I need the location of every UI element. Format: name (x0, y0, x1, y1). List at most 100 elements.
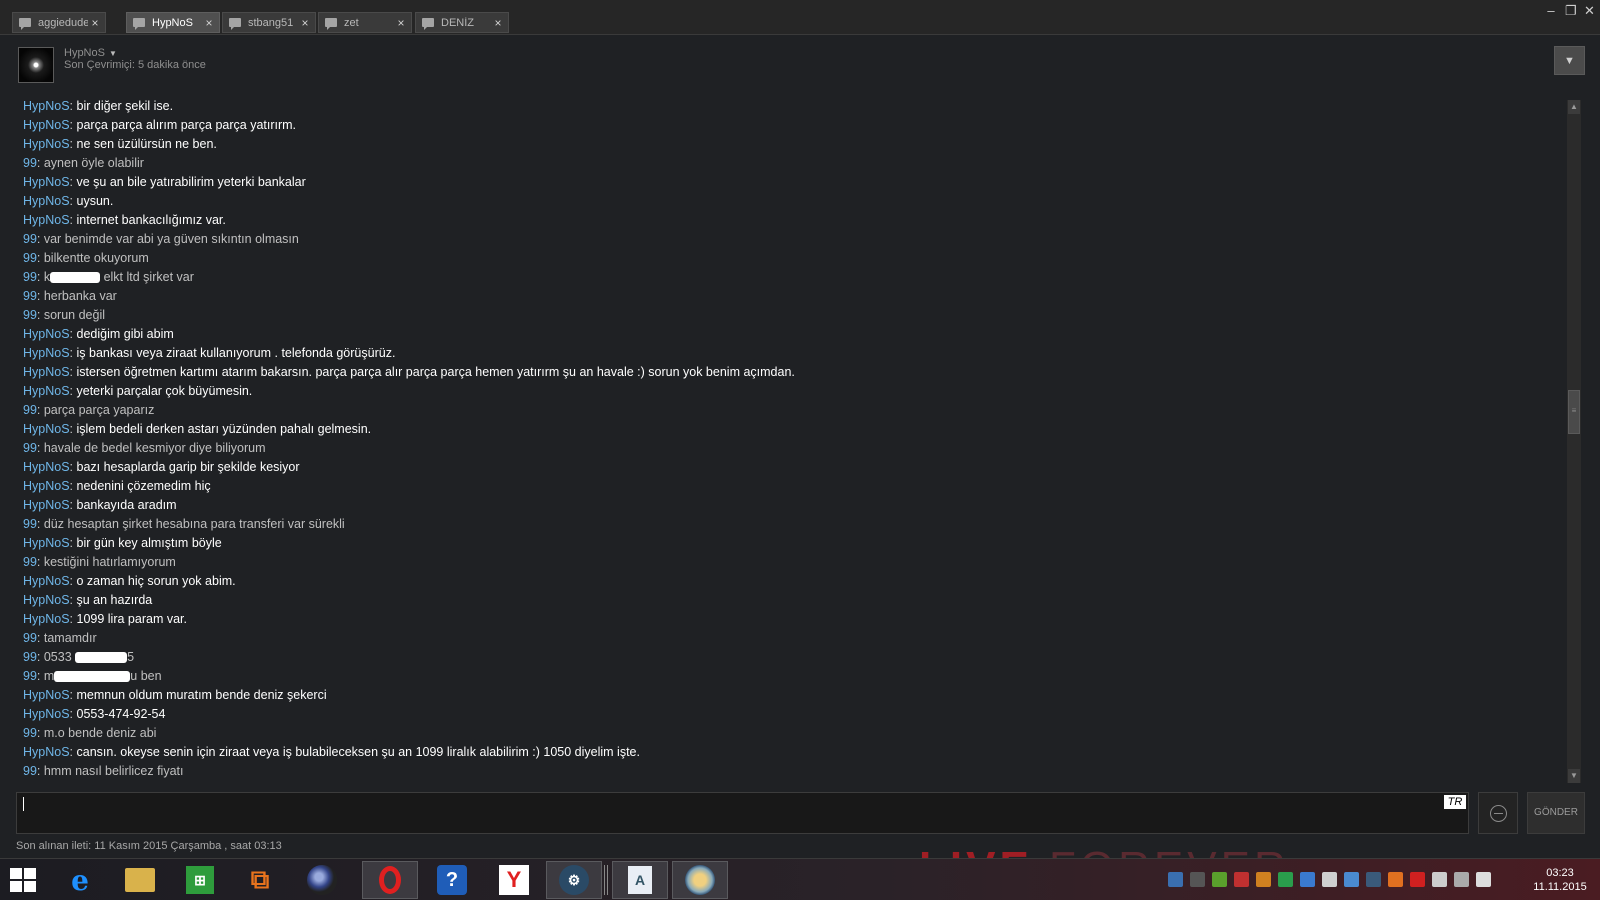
chrome-icon[interactable] (1278, 872, 1293, 887)
tab-deni̇z[interactable]: DENİZ × (415, 12, 509, 33)
maximize-button[interactable]: ❐ (1565, 3, 1577, 19)
flag-icon[interactable] (1410, 872, 1425, 887)
tab-stbang51[interactable]: stbang51 × (222, 12, 316, 33)
security-icon[interactable] (1344, 872, 1359, 887)
scroll-down-arrow-icon[interactable]: ▼ (1568, 769, 1580, 783)
volume-icon[interactable] (1476, 872, 1491, 887)
message-sender[interactable]: HypNoS (23, 593, 70, 607)
chat-bubble-icon (19, 18, 31, 30)
redaction-mark (75, 652, 128, 664)
cloud-icon[interactable] (1322, 872, 1337, 887)
input-language-badge[interactable]: TR (1444, 795, 1466, 809)
message-sender[interactable]: HypNoS (23, 346, 70, 360)
chat-log: HypNoS: bir diğer şekil ise. HypNoS: parç… (23, 97, 1523, 785)
message-sender[interactable]: HypNoS (23, 422, 70, 436)
message-sender[interactable]: 99 (23, 669, 37, 683)
nvidia-icon[interactable] (1212, 872, 1227, 887)
message-sender[interactable]: HypNoS (23, 137, 70, 151)
windows-start-icon[interactable] (10, 868, 38, 894)
paint-icon[interactable] (672, 861, 728, 899)
message-sender[interactable]: 99 (23, 517, 37, 531)
emoticon-button[interactable] (1478, 792, 1518, 834)
document-icon[interactable]: A (612, 861, 668, 899)
message-text: bir diğer şekil ise. (76, 99, 174, 113)
message-sender[interactable]: HypNoS (23, 194, 70, 208)
message-text: 1099 lira param var. (76, 612, 187, 626)
message-sender[interactable]: HypNoS (23, 536, 70, 550)
message-sender[interactable]: HypNoS (23, 574, 70, 588)
message-sender[interactable]: HypNoS (23, 327, 70, 341)
close-window-button[interactable]: ✕ (1584, 3, 1595, 19)
message-sender[interactable]: HypNoS (23, 460, 70, 474)
message-sender[interactable]: 99 (23, 270, 37, 284)
close-icon[interactable]: × (88, 16, 102, 30)
message-sender[interactable]: HypNoS (23, 612, 70, 626)
chat-message: 99: kestiğini hatırlamıyorum (23, 555, 176, 569)
chat-options-dropdown[interactable]: ▼ (1554, 46, 1585, 75)
message-sender[interactable]: 99 (23, 403, 37, 417)
close-icon[interactable]: × (394, 16, 408, 30)
network-icon[interactable] (1300, 872, 1315, 887)
minimize-button[interactable]: – (1546, 3, 1556, 19)
tab-hypnos[interactable]: HypNoS × (126, 12, 220, 33)
windows-store-icon[interactable]: ⊞ (172, 861, 228, 899)
steam-tray-icon[interactable] (1366, 872, 1381, 887)
avast-icon[interactable] (1388, 872, 1403, 887)
message-sender[interactable]: HypNoS (23, 213, 70, 227)
message-sender[interactable]: 99 (23, 251, 37, 265)
message-input[interactable]: TR (16, 792, 1469, 834)
message-sender[interactable]: HypNoS (23, 384, 70, 398)
steam-icon[interactable]: ⚙ (546, 861, 602, 899)
power-icon[interactable] (1432, 872, 1447, 887)
message-sender[interactable]: HypNoS (23, 745, 70, 759)
message-sender[interactable]: HypNoS (23, 479, 70, 493)
scroll-thumb[interactable]: ≡ (1568, 390, 1580, 434)
message-sender[interactable]: 99 (23, 764, 37, 778)
close-icon[interactable]: × (202, 16, 216, 30)
message-sender[interactable]: HypNoS (23, 707, 70, 721)
monitor-icon[interactable] (1454, 872, 1469, 887)
browser-globe-icon[interactable] (294, 861, 350, 899)
internet-explorer-icon[interactable]: e (52, 861, 108, 899)
message-sender[interactable]: 99 (23, 441, 37, 455)
message-sender[interactable]: 99 (23, 308, 37, 322)
chat-bubble-icon (133, 18, 145, 30)
message-text: düz hesaptan şirket hesabına para transf… (43, 517, 345, 531)
message-sender[interactable]: 99 (23, 631, 37, 645)
close-icon[interactable]: × (298, 16, 312, 30)
send-button[interactable]: GÖNDER (1527, 792, 1585, 834)
message-sender[interactable]: HypNoS (23, 118, 70, 132)
taskbar-separator (604, 865, 608, 895)
message-text: var benimde var abi ya güven sıkıntın ol… (43, 232, 299, 246)
message-sender[interactable]: HypNoS (23, 175, 70, 189)
opera-icon[interactable] (362, 861, 418, 899)
speaker-icon[interactable] (1234, 872, 1249, 887)
message-text: bankayıda aradım (76, 498, 177, 512)
shield-icon[interactable] (1256, 872, 1271, 887)
message-text: u ben (130, 669, 162, 683)
g-app-icon[interactable] (1190, 872, 1205, 887)
friend-avatar[interactable] (18, 47, 54, 83)
message-sender[interactable]: HypNoS (23, 99, 70, 113)
message-sender[interactable]: 99 (23, 555, 37, 569)
message-sender[interactable]: 99 (23, 726, 37, 740)
friend-name-menu[interactable]: HypNoS ▼ (64, 47, 117, 59)
yandex-browser-icon[interactable]: Y (486, 861, 542, 899)
office-icon[interactable]: ⧉ (232, 861, 288, 899)
message-sender[interactable]: 99 (23, 289, 37, 303)
message-sender[interactable]: HypNoS (23, 498, 70, 512)
bluetooth-icon[interactable] (1168, 872, 1183, 887)
chat-scrollbar[interactable]: ▲ ≡ ▼ (1567, 100, 1581, 783)
message-sender[interactable]: HypNoS (23, 365, 70, 379)
message-sender[interactable]: HypNoS (23, 688, 70, 702)
tab-aggiedude121[interactable]: aggiedude121× (12, 12, 106, 33)
help-icon[interactable]: ? (424, 861, 480, 899)
close-icon[interactable]: × (491, 16, 505, 30)
message-sender[interactable]: 99 (23, 156, 37, 170)
message-sender[interactable]: 99 (23, 650, 37, 664)
tab-zet[interactable]: zet × (318, 12, 412, 33)
message-sender[interactable]: 99 (23, 232, 37, 246)
file-explorer-icon[interactable] (112, 861, 168, 899)
system-clock[interactable]: 03:23 11.11.2015 (1528, 866, 1592, 894)
scroll-up-arrow-icon[interactable]: ▲ (1568, 100, 1580, 114)
